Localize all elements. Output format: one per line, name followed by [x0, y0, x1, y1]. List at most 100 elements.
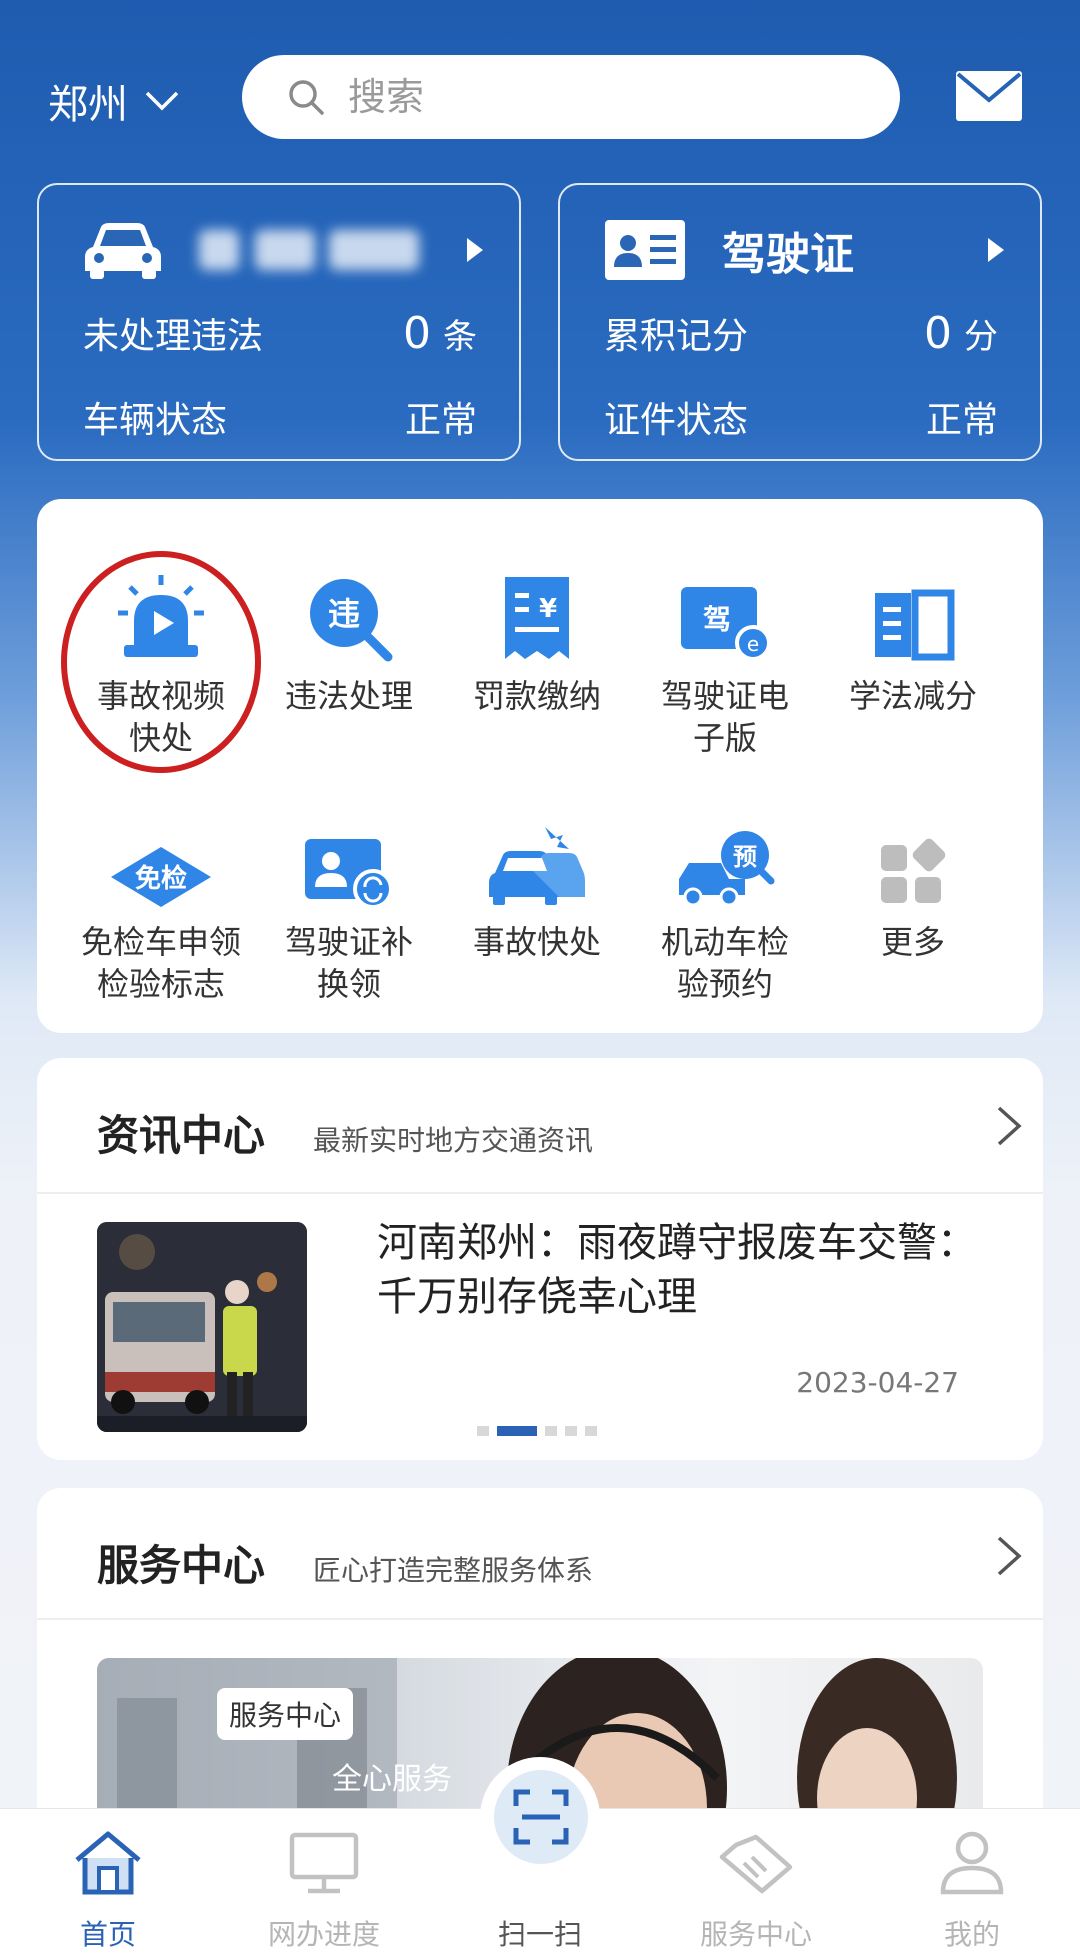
svg-text:¥: ¥ — [539, 594, 557, 624]
news-header[interactable]: 资讯中心 最新实时地方交通资讯 — [97, 1102, 1003, 1163]
vehicle-status-row: 车辆状态 正常 — [83, 391, 477, 443]
vehicle-card-header — [83, 215, 485, 285]
svg-text:预: 预 — [733, 843, 757, 871]
inspection-booking-icon: 预 — [679, 831, 775, 907]
service-center-banner-tag: 服务中心 — [217, 1688, 354, 1740]
tab-label: 网办进度 — [267, 1918, 380, 1951]
svg-text:e: e — [747, 632, 759, 656]
news-thumbnail[interactable] — [97, 1222, 307, 1432]
news-card: 资讯中心 最新实时地方交通资讯 河南郑州：雨夜蹲守报废车交警：千万别存侥幸心理 … — [37, 1058, 1043, 1460]
points-unit: 分 — [964, 317, 998, 357]
news-item-title[interactable]: 河南郑州：雨夜蹲守报废车交警：千万别存侥幸心理 — [377, 1216, 977, 1324]
tab-label: 扫一扫 — [497, 1918, 582, 1951]
violation-row: 未处理违法 0条 — [83, 307, 477, 359]
news-item-date: 2023-04-27 — [796, 1366, 959, 1399]
tab-mine[interactable]: 我的 — [892, 1821, 1052, 1953]
license-renew-icon — [305, 839, 393, 909]
service-accident-video[interactable]: 事故视频 快处 — [67, 543, 255, 759]
id-card-icon — [605, 220, 685, 280]
car-icon — [85, 223, 161, 279]
truck-photo-image — [97, 1222, 307, 1432]
news-title: 资讯中心 — [97, 1111, 266, 1160]
license-status-row: 证件状态 正常 — [604, 391, 998, 443]
tab-service-center[interactable]: 服务中心 — [676, 1821, 836, 1953]
city-name: 郑州 — [48, 82, 128, 128]
service-inspection-booking[interactable]: 预 机动车检 验预约 — [631, 789, 819, 1005]
carousel-indicator — [477, 1426, 605, 1436]
divider — [37, 1192, 1043, 1194]
tab-label: 服务中心 — [699, 1918, 812, 1951]
license-card-title: 驾驶证 — [722, 229, 854, 280]
vehicle-card[interactable]: 未处理违法 0条 车辆状态 正常 — [37, 183, 521, 461]
license-card[interactable]: 驾驶证 累积记分 0分 证件状态 正常 — [558, 183, 1042, 461]
service-label: 事故快处 — [472, 923, 601, 961]
service-study-reduce-points[interactable]: 学法减分 — [819, 543, 1007, 717]
search-bar[interactable] — [242, 55, 900, 139]
plate-number-obscured — [199, 224, 465, 276]
book-icon — [875, 589, 955, 661]
home-icon — [75, 1831, 141, 1895]
license-status-label: 证件状态 — [604, 400, 749, 441]
mail-icon[interactable] — [955, 70, 1023, 122]
tab-home[interactable]: 首页 — [28, 1821, 188, 1953]
svg-text:免检: 免检 — [135, 863, 187, 894]
chevron-right-icon[interactable] — [995, 1104, 1023, 1148]
scan-icon — [513, 1789, 569, 1845]
service-label: 更多 — [880, 923, 945, 961]
vehicle-status-value: 正常 — [404, 400, 477, 441]
service-grid-card: 事故视频 快处 违 违法处理 ¥ 罚款缴纳 驾 e 驾驶证电 子版 学法减分 免… — [37, 499, 1043, 1033]
carousel-dot — [585, 1426, 597, 1436]
service-label: 罚款缴纳 — [472, 677, 601, 715]
fine-receipt-icon: ¥ — [505, 577, 569, 659]
car-crash-icon — [489, 827, 585, 905]
user-icon — [940, 1831, 1004, 1895]
service-more[interactable]: 更多 — [819, 789, 1007, 963]
service-label: 违法处理 — [284, 677, 413, 715]
points-row: 累积记分 0分 — [604, 307, 998, 359]
service-label: 机动车检 验预约 — [660, 923, 789, 1003]
service-license-renew[interactable]: 驾驶证补 换领 — [255, 789, 443, 1005]
service-label: 免检车申领 检验标志 — [80, 923, 241, 1003]
search-input[interactable] — [348, 75, 848, 119]
carousel-dot — [545, 1426, 557, 1436]
vehicle-status-label: 车辆状态 — [83, 400, 228, 441]
violation-search-icon: 违 — [310, 579, 393, 662]
violation-count: 0 — [403, 308, 431, 359]
points-label: 累积记分 — [604, 316, 749, 357]
news-subtitle: 最新实时地方交通资讯 — [313, 1124, 594, 1157]
chevron-right-icon — [467, 238, 483, 262]
service-exempt-sticker[interactable]: 免检 免检车申领 检验标志 — [67, 789, 255, 1005]
exempt-badge-icon: 免检 — [111, 847, 211, 907]
service-label: 驾驶证补 换领 — [284, 923, 413, 1003]
carousel-dot — [477, 1426, 489, 1436]
service-center-banner-slogan: 全心服务 — [332, 1762, 452, 1797]
svg-text:违: 违 — [328, 595, 360, 633]
chevron-right-icon — [988, 238, 1004, 262]
violation-label: 未处理违法 — [83, 316, 264, 357]
service-center-header[interactable]: 服务中心 匠心打造完整服务体系 — [97, 1532, 1003, 1593]
service-center-subtitle: 匠心打造完整服务体系 — [313, 1554, 594, 1587]
service-fine-payment[interactable]: ¥ 罚款缴纳 — [443, 543, 631, 717]
handshake-icon — [719, 1834, 793, 1894]
header-bar: 郑州 — [0, 0, 1080, 170]
points-value: 0 — [924, 308, 952, 359]
scan-button[interactable] — [494, 1770, 588, 1864]
city-selector[interactable]: 郑州 — [48, 72, 180, 130]
carousel-dot — [565, 1426, 577, 1436]
license-card-header: 驾驶证 — [604, 215, 1006, 285]
tab-label: 我的 — [943, 1918, 1000, 1951]
carousel-dot-active — [497, 1426, 537, 1436]
chevron-right-icon[interactable] — [995, 1534, 1023, 1578]
e-license-icon: 驾 e — [681, 587, 771, 661]
violation-unit: 条 — [443, 317, 477, 357]
more-grid-icon — [881, 838, 946, 903]
service-violation[interactable]: 违 违法处理 — [255, 543, 443, 717]
service-label: 学法减分 — [848, 677, 977, 715]
service-e-license[interactable]: 驾 e 驾驶证电 子版 — [631, 543, 819, 759]
license-status-value: 正常 — [925, 400, 998, 441]
service-label: 驾驶证电 子版 — [660, 677, 789, 757]
tab-progress[interactable]: 网办进度 — [244, 1821, 404, 1953]
service-center-title: 服务中心 — [97, 1541, 266, 1590]
service-accident-quick[interactable]: 事故快处 — [443, 789, 631, 963]
tab-label: 首页 — [79, 1918, 136, 1951]
